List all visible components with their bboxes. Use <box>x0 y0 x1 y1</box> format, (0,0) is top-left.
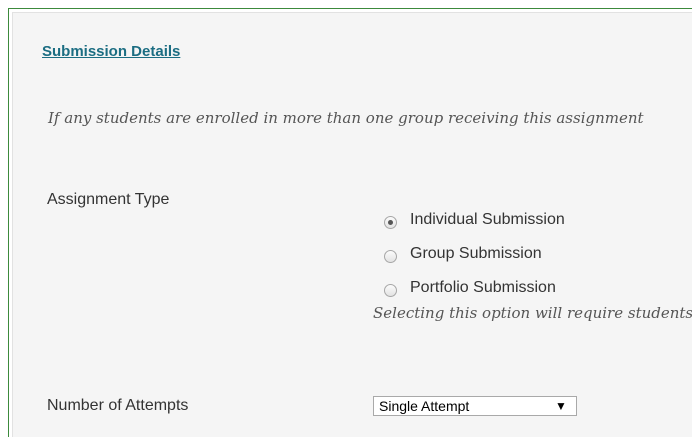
radio-label-individual: Individual Submission <box>410 211 565 228</box>
group-enrollment-note: If any students are enrolled in more tha… <box>48 109 644 127</box>
number-of-attempts-select[interactable]: Single Attempt ▼ <box>373 396 577 416</box>
number-of-attempts-label: Number of Attempts <box>47 397 189 414</box>
radio-individual-submission[interactable] <box>384 215 397 229</box>
radio-label-group: Group Submission <box>410 245 542 262</box>
submission-details-link[interactable]: Submission Details <box>42 43 180 60</box>
portfolio-option-hint: Selecting this option will require stude… <box>373 304 692 322</box>
radio-option-portfolio[interactable]: Portfolio Submission <box>384 277 556 299</box>
assignment-type-label: Assignment Type <box>47 191 170 208</box>
radio-group-submission[interactable] <box>384 249 397 263</box>
radio-portfolio-submission[interactable] <box>384 283 397 297</box>
radio-option-individual[interactable]: Individual Submission <box>384 209 565 231</box>
submission-details-panel: Submission Details If any students are e… <box>12 12 692 437</box>
dropdown-arrow-icon: ▼ <box>555 399 567 413</box>
radio-label-portfolio: Portfolio Submission <box>410 279 556 296</box>
radio-option-group[interactable]: Group Submission <box>384 243 542 265</box>
attempts-selected-value: Single Attempt <box>379 398 470 414</box>
